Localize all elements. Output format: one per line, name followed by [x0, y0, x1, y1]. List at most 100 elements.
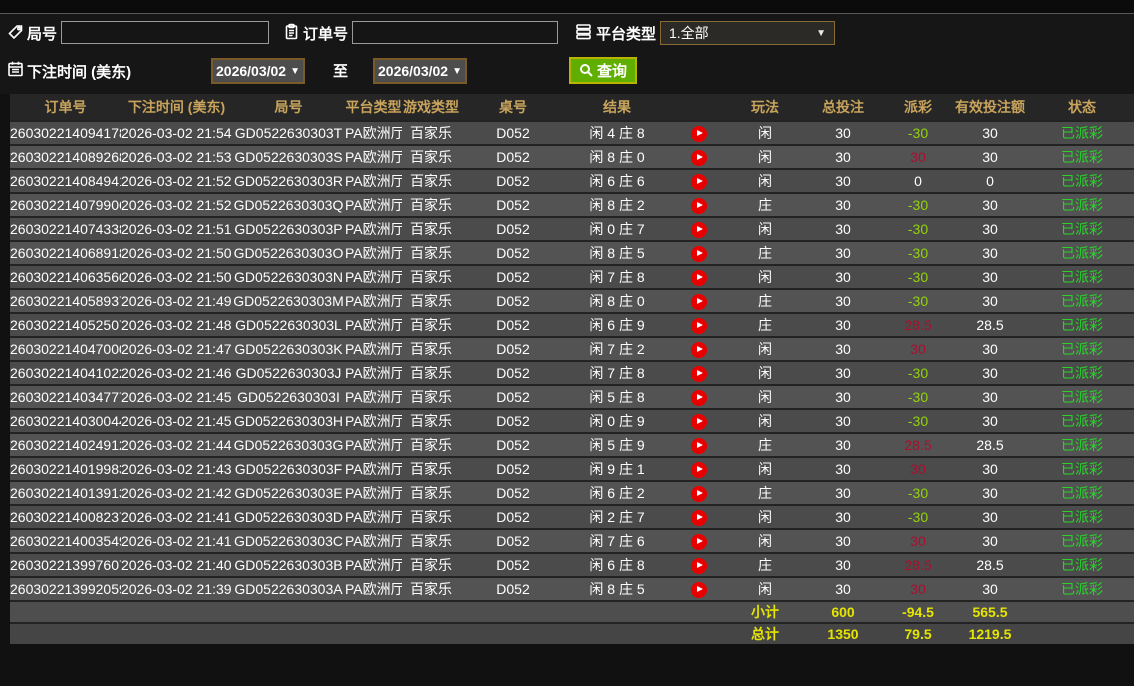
cell-payout: -30	[886, 288, 950, 313]
cell-result: 闲 6 庄 9	[566, 312, 668, 337]
play-video-button[interactable]	[691, 437, 707, 454]
cell-status: 已派彩	[1030, 216, 1134, 241]
table-row: 260302214068918 2026-03-02 21:50:45 GD05…	[10, 240, 1134, 265]
cell-table-no: D052	[460, 336, 566, 361]
cell-bet-time: 2026-03-02 21:45:10	[121, 408, 232, 433]
cell-result: 闲 8 庄 0	[566, 288, 668, 313]
cell-bet-time: 2026-03-02 21:52:14	[121, 192, 232, 217]
platform-type-selected-value: 1.全部	[669, 25, 709, 41]
cell-valid-bet: 30	[950, 576, 1030, 601]
cell-status: 已派彩	[1030, 312, 1134, 337]
table-body: 260302214094178 2026-03-02 21:54:16 GD05…	[10, 120, 1134, 601]
table-row: 260302214030044 2026-03-02 21:45:10 GD05…	[10, 408, 1134, 433]
play-video-button[interactable]	[691, 533, 707, 550]
cell-bet-time: 2026-03-02 21:39:45	[121, 576, 232, 601]
col-header-payout: 派彩	[886, 94, 950, 121]
cell-replay	[668, 144, 730, 169]
play-video-button[interactable]	[691, 317, 707, 334]
play-video-button[interactable]	[691, 509, 707, 526]
cell-game-type: 百家乐	[402, 168, 460, 193]
total-row: 总计 1350 79.5 1219.5	[10, 622, 1134, 644]
play-video-button[interactable]	[691, 461, 707, 478]
cell-status: 已派彩	[1030, 240, 1134, 265]
cell-order-no: 260302214074338	[10, 216, 121, 241]
cell-platform: PA欧洲厅	[345, 360, 402, 385]
cell-payout: -30	[886, 216, 950, 241]
cell-game-type: 百家乐	[402, 504, 460, 529]
cell-valid-bet: 30	[950, 120, 1030, 145]
cell-table-no: D052	[460, 312, 566, 337]
cell-game-type: 百家乐	[402, 192, 460, 217]
play-video-button[interactable]	[691, 413, 707, 430]
cell-replay	[668, 456, 730, 481]
cell-replay	[668, 552, 730, 577]
order-no-input[interactable]	[352, 21, 558, 44]
table-row: 260302214034777 2026-03-02 21:45:50 GD05…	[10, 384, 1134, 409]
cell-result: 闲 8 庄 5	[566, 576, 668, 601]
cell-payout: -30	[886, 408, 950, 433]
play-video-button[interactable]	[691, 581, 707, 598]
cell-status: 已派彩	[1030, 264, 1134, 289]
cell-game-no: GD0522630303E	[232, 480, 345, 505]
cell-result: 闲 6 庄 8	[566, 552, 668, 577]
cell-payout: -30	[886, 504, 950, 529]
cell-game-no: GD0522630303H	[232, 408, 345, 433]
cell-order-no: 260302214030044	[10, 408, 121, 433]
total-status-spacer	[1030, 622, 1134, 644]
cell-table-no: D052	[460, 480, 566, 505]
play-video-button[interactable]	[691, 197, 707, 214]
play-video-button[interactable]	[691, 221, 707, 238]
cell-total-bet: 30	[800, 144, 886, 169]
cell-game-type: 百家乐	[402, 120, 460, 145]
query-button[interactable]: 查询	[569, 57, 638, 84]
play-video-button[interactable]	[691, 269, 707, 286]
subtotal-status-spacer	[1030, 600, 1134, 623]
cell-order-no: 260302214079906	[10, 192, 121, 217]
subtotal-row: 小计 600 -94.5 565.5	[10, 600, 1134, 623]
cell-valid-bet: 30	[950, 456, 1030, 481]
cell-result: 闲 6 庄 2	[566, 480, 668, 505]
game-no-input[interactable]	[61, 21, 269, 44]
play-video-button[interactable]	[691, 389, 707, 406]
cell-status: 已派彩	[1030, 360, 1134, 385]
cell-game-no: GD0522630303F	[232, 456, 345, 481]
cell-game-no: GD0522630303G	[232, 432, 345, 457]
date-to-picker[interactable]: 2026/03/02 ▼	[373, 58, 467, 84]
cell-result: 闲 7 庄 2	[566, 336, 668, 361]
play-video-button[interactable]	[691, 149, 707, 166]
cell-table-no: D052	[460, 144, 566, 169]
cell-valid-bet: 0	[950, 168, 1030, 193]
cell-game-type: 百家乐	[402, 144, 460, 169]
play-video-button[interactable]	[691, 341, 707, 358]
chevron-down-icon: ▼	[816, 27, 826, 39]
table-row: 260302214063560 2026-03-02 21:50:00 GD05…	[10, 264, 1134, 289]
cell-valid-bet: 30	[950, 384, 1030, 409]
cell-platform: PA欧洲厅	[345, 456, 402, 481]
play-video-button[interactable]	[691, 485, 707, 502]
cell-valid-bet: 28.5	[950, 552, 1030, 577]
cell-status: 已派彩	[1030, 168, 1134, 193]
play-video-button[interactable]	[691, 557, 707, 574]
cell-bet-time: 2026-03-02 21:40:30	[121, 552, 232, 577]
play-video-button[interactable]	[691, 245, 707, 262]
play-video-button[interactable]	[691, 173, 707, 190]
cell-valid-bet: 30	[950, 528, 1030, 553]
cell-game-type: 百家乐	[402, 408, 460, 433]
cell-result: 闲 0 庄 9	[566, 408, 668, 433]
date-from-picker[interactable]: 2026/03/02 ▼	[211, 58, 305, 84]
cell-result: 闲 7 庄 6	[566, 528, 668, 553]
cell-total-bet: 30	[800, 528, 886, 553]
query-button-label: 查询	[597, 63, 628, 80]
platform-type-select[interactable]: 1.全部 ▼	[660, 21, 835, 45]
play-video-button[interactable]	[691, 125, 707, 142]
cell-bet-time: 2026-03-02 21:41:59	[121, 504, 232, 529]
table-row: 260302214089268 2026-03-02 21:53:35 GD05…	[10, 144, 1134, 169]
cell-payout: -30	[886, 384, 950, 409]
cell-platform: PA欧洲厅	[345, 432, 402, 457]
table-row: 260302214019983 2026-03-02 21:43:43 GD05…	[10, 456, 1134, 481]
cell-replay	[668, 264, 730, 289]
play-video-button[interactable]	[691, 293, 707, 310]
play-video-button[interactable]	[691, 365, 707, 382]
cell-status: 已派彩	[1030, 336, 1134, 361]
cell-platform: PA欧洲厅	[345, 264, 402, 289]
